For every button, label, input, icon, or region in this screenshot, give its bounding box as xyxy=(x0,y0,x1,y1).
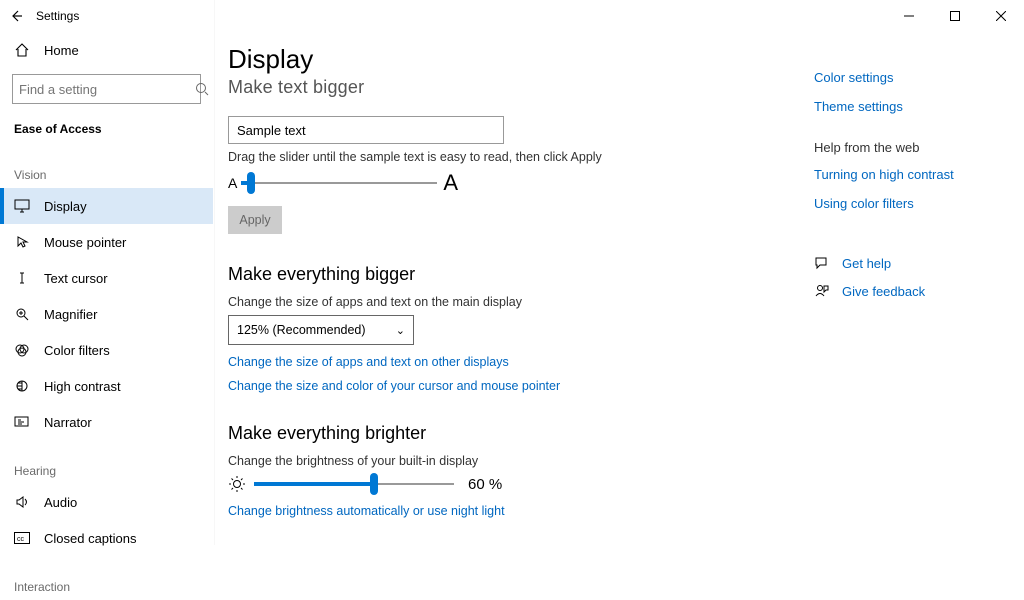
highcontrast-icon xyxy=(14,379,30,393)
nav-label: High contrast xyxy=(44,379,121,394)
nav-mouse-pointer[interactable]: Mouse pointer xyxy=(0,224,213,260)
audio-icon xyxy=(14,495,30,509)
text-size-slider-row: A A xyxy=(228,170,828,196)
search-setting-box[interactable] xyxy=(12,74,201,104)
link-theme-settings[interactable]: Theme settings xyxy=(814,99,984,114)
text-size-slider[interactable] xyxy=(241,171,437,195)
minimize-button[interactable] xyxy=(886,0,932,32)
nav-narrator[interactable]: Narrator xyxy=(0,404,213,440)
link-other-displays[interactable]: Change the size of apps and text on othe… xyxy=(228,355,828,369)
get-help-label: Get help xyxy=(842,256,891,271)
apply-button[interactable]: Apply xyxy=(228,206,282,234)
slider-hint: Drag the slider until the sample text is… xyxy=(228,150,828,164)
colorfilters-icon xyxy=(14,343,30,357)
section-make-text-bigger: Make text bigger xyxy=(228,77,828,98)
monitor-icon xyxy=(14,199,30,213)
svg-text:cc: cc xyxy=(17,536,25,543)
nav-label: Text cursor xyxy=(44,271,108,286)
nav-label: Closed captions xyxy=(44,531,137,546)
sample-text-input[interactable] xyxy=(237,123,495,138)
cc-icon: cc xyxy=(14,532,30,544)
nav-label: Narrator xyxy=(44,415,92,430)
magnifier-icon xyxy=(14,307,30,321)
scale-label: Change the size of apps and text on the … xyxy=(228,295,828,309)
page-title: Display xyxy=(228,44,828,75)
help-header: Help from the web xyxy=(814,140,984,155)
chevron-down-icon: ⌄ xyxy=(396,324,405,337)
close-button[interactable] xyxy=(978,0,1024,32)
nav-label: Color filters xyxy=(44,343,110,358)
link-color-filters-help[interactable]: Using color filters xyxy=(814,196,984,211)
link-cursor-settings[interactable]: Change the size and color of your cursor… xyxy=(228,379,828,393)
section-make-everything-brighter: Make everything brighter xyxy=(228,423,828,444)
section-make-everything-bigger: Make everything bigger xyxy=(228,264,828,285)
titlebar: Settings xyxy=(0,0,1024,32)
nav-label: Mouse pointer xyxy=(44,235,126,250)
group-vision: Vision xyxy=(0,144,213,188)
nav-high-contrast[interactable]: High contrast xyxy=(0,368,213,404)
sun-icon xyxy=(228,475,246,493)
get-help-row[interactable]: Get help xyxy=(814,255,984,271)
divider xyxy=(213,0,214,545)
category-title: Ease of Access xyxy=(0,108,213,144)
scale-value: 125% (Recommended) xyxy=(237,323,366,337)
home-label: Home xyxy=(44,43,79,58)
nav-label: Display xyxy=(44,199,87,214)
brightness-label: Change the brightness of your built-in d… xyxy=(228,454,828,468)
give-feedback-row[interactable]: Give feedback xyxy=(814,283,984,299)
nav-color-filters[interactable]: Color filters xyxy=(0,332,213,368)
nav-audio[interactable]: Audio xyxy=(0,484,213,520)
nav-text-cursor[interactable]: Text cursor xyxy=(0,260,213,296)
related-panel: Color settings Theme settings Help from … xyxy=(814,70,984,311)
big-a: A xyxy=(443,170,458,196)
help-icon xyxy=(814,255,830,271)
link-high-contrast-help[interactable]: Turning on high contrast xyxy=(814,167,984,182)
nav-label: Audio xyxy=(44,495,77,510)
minimize-icon xyxy=(904,11,914,21)
maximize-button[interactable] xyxy=(932,0,978,32)
narrator-icon xyxy=(14,415,30,429)
give-feedback-label: Give feedback xyxy=(842,284,925,299)
sample-text-box xyxy=(228,116,504,144)
scale-dropdown[interactable]: 125% (Recommended) ⌄ xyxy=(228,315,414,345)
group-hearing: Hearing xyxy=(0,440,213,484)
textcursor-icon xyxy=(14,271,30,285)
close-icon xyxy=(996,11,1006,21)
feedback-icon xyxy=(814,283,830,299)
link-night-light[interactable]: Change brightness automatically or use n… xyxy=(228,504,828,518)
mouse-icon xyxy=(14,235,30,249)
brightness-slider[interactable] xyxy=(254,474,454,494)
home-icon xyxy=(14,42,30,58)
small-a: A xyxy=(228,175,237,191)
maximize-icon xyxy=(950,11,960,21)
nav-display[interactable]: Display xyxy=(0,188,213,224)
link-color-settings[interactable]: Color settings xyxy=(814,70,984,85)
brightness-value: 60 % xyxy=(468,476,502,493)
search-input[interactable] xyxy=(19,82,195,97)
search-icon xyxy=(195,82,209,96)
nav-closed-captions[interactable]: cc Closed captions xyxy=(0,520,213,556)
sidebar: Home Ease of Access Vision Display Mouse… xyxy=(0,32,213,545)
group-interaction: Interaction xyxy=(0,556,213,600)
nav-label: Magnifier xyxy=(44,307,97,322)
content-area: Display Make text bigger Drag the slider… xyxy=(228,32,828,545)
window-title: Settings xyxy=(32,9,79,23)
home-button[interactable]: Home xyxy=(0,32,213,68)
nav-magnifier[interactable]: Magnifier xyxy=(0,296,213,332)
arrow-left-icon xyxy=(9,9,23,23)
back-button[interactable] xyxy=(0,0,32,32)
